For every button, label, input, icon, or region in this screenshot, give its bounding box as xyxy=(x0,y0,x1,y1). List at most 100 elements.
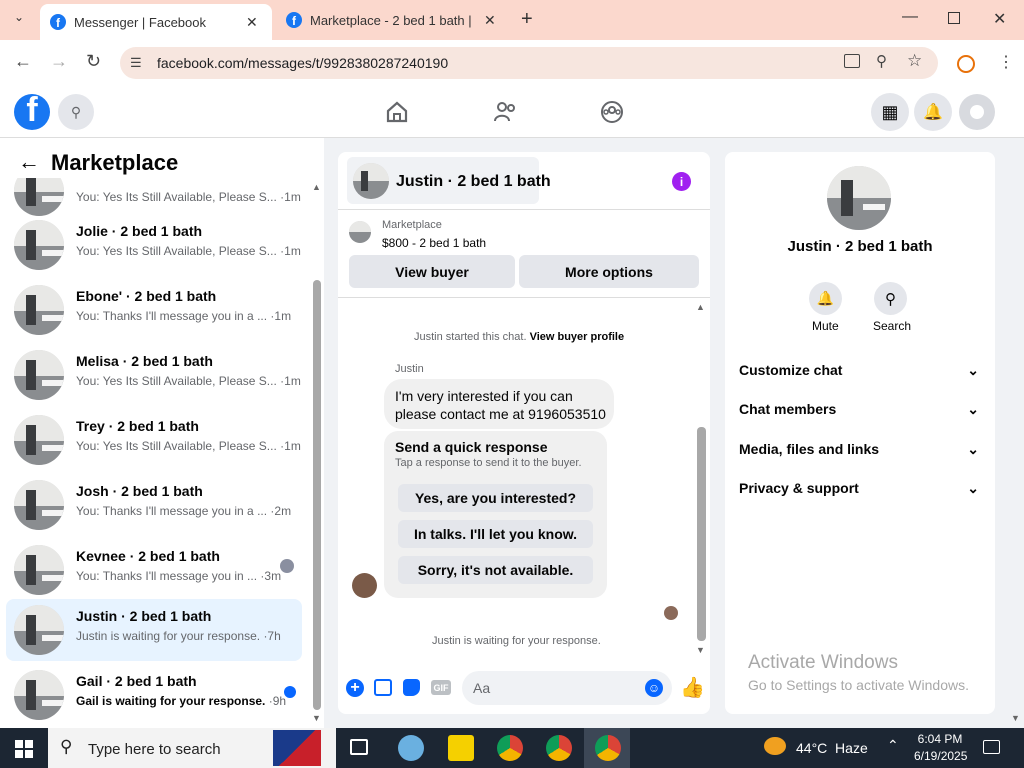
conversation-item[interactable]: Trey · 2 bed 1 bath You: Yes Its Still A… xyxy=(6,409,302,471)
profile-thumbnail[interactable] xyxy=(827,166,891,230)
scroll-down-icon[interactable]: ▼ xyxy=(312,713,321,723)
quick-response-subtitle: Tap a response to send it to the buyer. xyxy=(395,457,582,469)
friends-icon[interactable] xyxy=(492,99,518,125)
conversation-item[interactable]: Gail · 2 bed 1 bath Gail is waiting for … xyxy=(6,664,302,726)
conversation-item-selected[interactable]: Justin · 2 bed 1 bath Justin is waiting … xyxy=(6,599,302,661)
listing-thumbnail xyxy=(14,545,64,595)
install-app-icon[interactable] xyxy=(844,54,860,68)
profile-icon[interactable] xyxy=(957,55,975,73)
info-icon[interactable]: i xyxy=(672,172,691,191)
conversation-item[interactable]: Josh · 2 bed 1 bath You: Thanks I'll mes… xyxy=(6,474,302,536)
listing-thumbnail xyxy=(14,415,64,465)
tab-list-chevron-icon[interactable]: ⌄ xyxy=(8,10,30,30)
search-label: Search xyxy=(873,319,912,333)
account-avatar[interactable] xyxy=(959,94,995,130)
listing-thumbnail xyxy=(14,285,64,335)
weather-icon[interactable] xyxy=(764,737,786,755)
close-tab-icon[interactable]: ✕ xyxy=(246,14,258,31)
customize-chat-section[interactable]: Customize chat ⌄ xyxy=(739,362,979,379)
windows-start-icon[interactable] xyxy=(15,740,33,758)
photo-icon[interactable] xyxy=(374,679,392,696)
maximize-icon[interactable] xyxy=(948,12,960,24)
close-tab-icon[interactable]: ✕ xyxy=(484,12,496,29)
thumbs-up-icon[interactable]: 👍 xyxy=(680,675,705,700)
search-icon[interactable]: ⚲ xyxy=(58,94,94,130)
conversation-name: Kevnee · 2 bed 1 bath xyxy=(76,548,220,564)
listing-thumbnail xyxy=(349,221,371,243)
chat-members-section[interactable]: Chat members ⌄ xyxy=(739,401,979,418)
scrollbar-thumb[interactable] xyxy=(313,280,321,710)
chrome-icon[interactable] xyxy=(546,735,572,761)
site-info-icon[interactable]: ☰ xyxy=(130,55,142,71)
listing-price[interactable]: $800 - 2 bed 1 bath xyxy=(382,236,486,250)
forward-arrow-icon[interactable]: → xyxy=(50,51,68,72)
weather-text[interactable]: 44°C Haze xyxy=(796,740,868,756)
add-plus-icon[interactable]: + xyxy=(346,679,364,697)
minimize-icon[interactable]: — xyxy=(902,8,918,26)
view-buyer-profile-link[interactable]: View buyer profile xyxy=(530,331,625,343)
page-scroll-down-icon[interactable]: ▼ xyxy=(1011,713,1020,723)
conversation-item[interactable]: Jolie · 2 bed 1 bath You: Yes Its Still … xyxy=(6,214,302,276)
clock[interactable]: 6:04 PM 6/19/2025 xyxy=(914,732,967,763)
zoom-icon[interactable]: ⚲ xyxy=(876,52,887,70)
facebook-logo-icon[interactable]: f xyxy=(14,94,50,130)
conversation-preview: Justin is waiting for your response. ·7h xyxy=(76,629,281,643)
notifications-bell-icon[interactable]: 🔔 xyxy=(914,93,952,131)
message-text: I'm very interested if you can please con… xyxy=(395,388,606,422)
scroll-up-icon[interactable]: ▲ xyxy=(696,302,705,312)
groups-icon[interactable] xyxy=(599,99,625,125)
new-tab-plus-icon[interactable]: + xyxy=(521,8,533,31)
conversation-name: Ebone' · 2 bed 1 bath xyxy=(76,288,217,304)
gif-icon[interactable]: GIF xyxy=(431,680,451,695)
quick-reply-in-talks-button[interactable]: In talks. I'll let you know. xyxy=(398,520,593,548)
view-buyer-button[interactable]: View buyer xyxy=(349,255,515,288)
conversation-item[interactable]: Melisa · 2 bed 1 bath You: Yes Its Still… xyxy=(6,344,302,406)
more-options-button[interactable]: More options xyxy=(519,255,699,288)
search-icon[interactable]: ⚲ xyxy=(874,282,907,315)
quick-reply-not-available-button[interactable]: Sorry, it's not available. xyxy=(398,556,593,584)
listing-source: Marketplace xyxy=(382,219,442,231)
sticky-notes-icon[interactable] xyxy=(448,735,474,761)
listing-thumbnail xyxy=(14,480,64,530)
tab-messenger[interactable]: f Messenger | Facebook ✕ xyxy=(40,4,272,40)
tab-marketplace[interactable]: f Marketplace - 2 bed 1 bath | Fa ✕ xyxy=(276,0,512,40)
search-highlight-image[interactable] xyxy=(273,730,321,766)
sticker-icon[interactable] xyxy=(403,679,420,696)
chrome-icon[interactable] xyxy=(497,735,523,761)
conversation-item[interactable]: Ebone' · 2 bed 1 bath You: Thanks I'll m… xyxy=(6,279,302,341)
app-icon[interactable] xyxy=(398,735,424,761)
close-window-icon[interactable]: ✕ xyxy=(993,9,1006,29)
message-input[interactable] xyxy=(462,671,672,705)
notifications-icon[interactable] xyxy=(983,740,1000,754)
chat-info-panel xyxy=(725,152,995,714)
menu-dots-icon[interactable]: ⋮ xyxy=(998,52,1014,72)
listing-thumbnail xyxy=(14,350,64,400)
task-view-icon[interactable] xyxy=(350,739,368,755)
media-files-links-section[interactable]: Media, files and links ⌄ xyxy=(739,441,979,458)
listing-thumbnail xyxy=(14,220,64,270)
sender-avatar[interactable] xyxy=(352,573,377,598)
conversation-preview: You: Yes Its Still Available, Please S..… xyxy=(76,439,301,453)
back-arrow-icon[interactable]: ← xyxy=(14,51,32,72)
back-arrow-icon[interactable]: ← xyxy=(18,149,40,175)
privacy-support-section[interactable]: Privacy & support ⌄ xyxy=(739,480,979,497)
reload-icon[interactable]: ↻ xyxy=(86,51,101,72)
chat-started-notice: Justin started this chat. View buyer pro… xyxy=(414,331,625,343)
url-text[interactable]: facebook.com/messages/t/9928380287240190 xyxy=(157,55,448,71)
chevron-up-icon[interactable]: ⌃ xyxy=(887,737,899,754)
waiting-notice: Justin is waiting for your response. xyxy=(432,635,601,647)
emoji-icon[interactable]: ☺ xyxy=(645,679,663,697)
mute-bell-icon[interactable]: 🔔 xyxy=(809,282,842,315)
menu-grid-icon[interactable]: ▦ xyxy=(871,93,909,131)
scrollbar-thumb[interactable] xyxy=(697,427,706,641)
scroll-up-icon[interactable]: ▲ xyxy=(312,182,321,192)
chrome-icon[interactable] xyxy=(595,735,621,761)
conversation-preview: You: Yes Its Still Available, Please S..… xyxy=(76,374,301,388)
conversation-name: Trey · 2 bed 1 bath xyxy=(76,418,199,434)
conversation-item[interactable]: Kevnee · 2 bed 1 bath You: Thanks I'll m… xyxy=(6,539,302,601)
bookmark-star-icon[interactable]: ☆ xyxy=(907,51,922,71)
quick-reply-yes-button[interactable]: Yes, are you interested? xyxy=(398,484,593,512)
home-icon[interactable] xyxy=(384,99,410,125)
scroll-down-icon[interactable]: ▼ xyxy=(696,645,705,655)
divider xyxy=(338,297,710,298)
